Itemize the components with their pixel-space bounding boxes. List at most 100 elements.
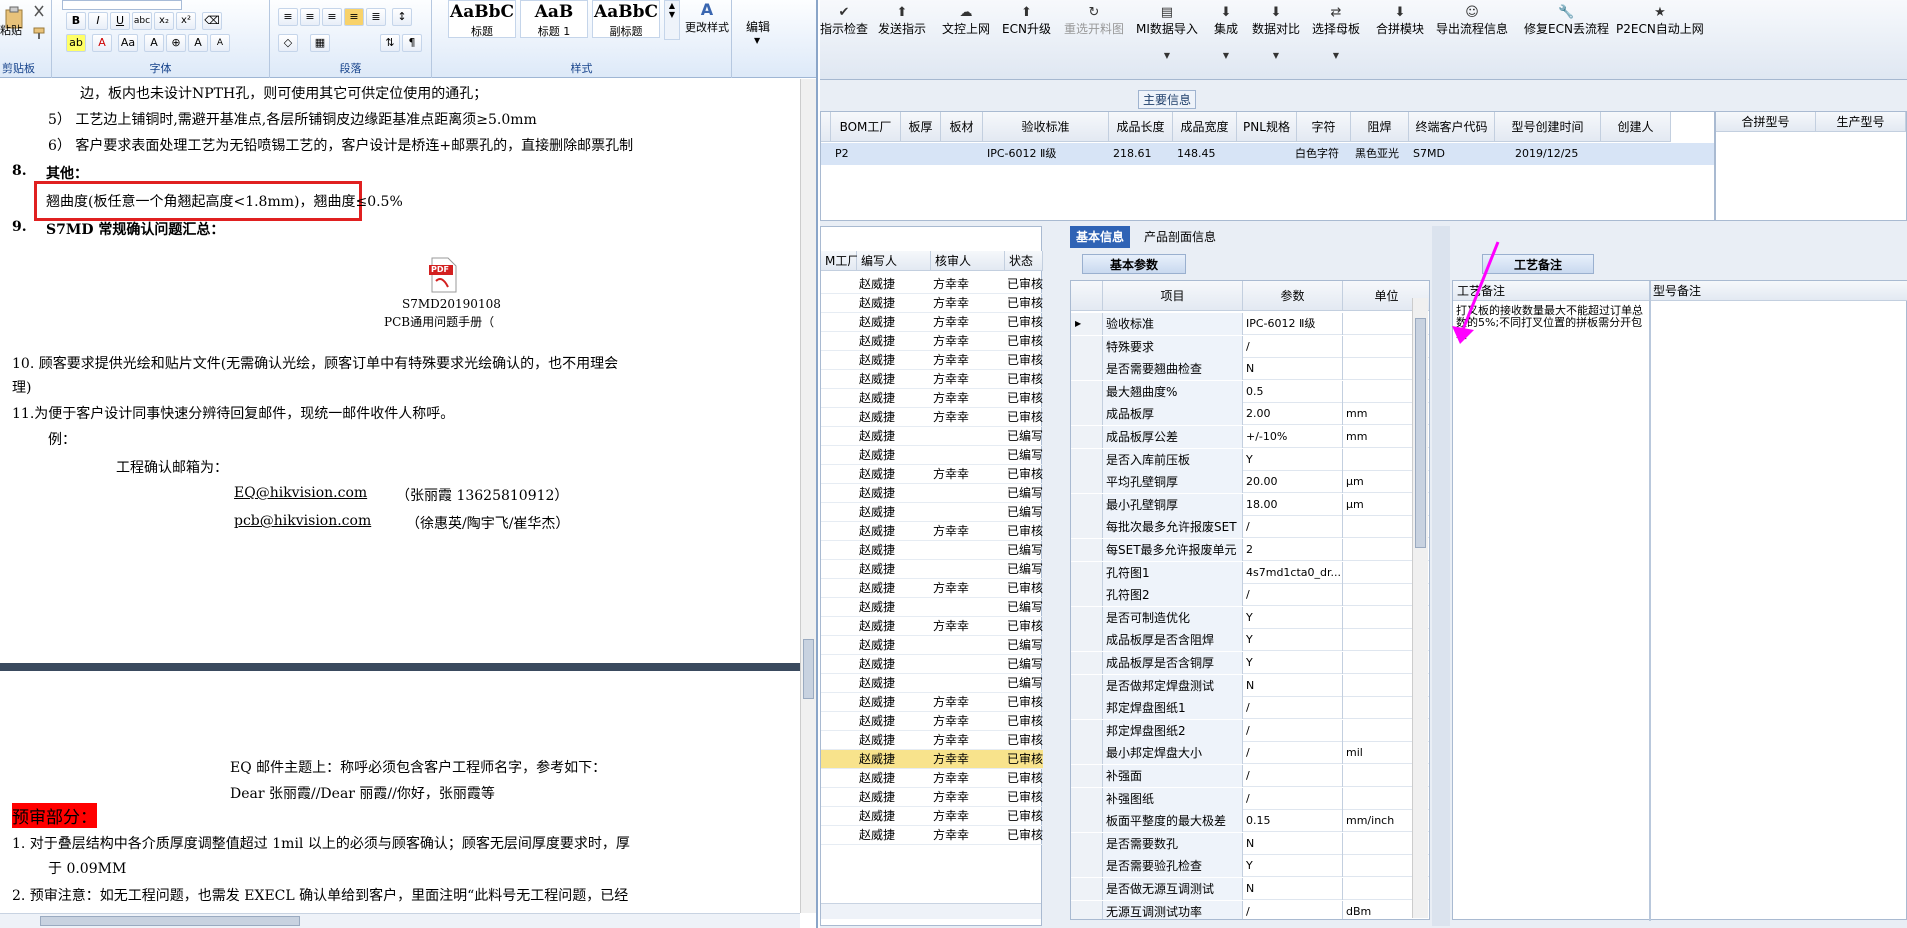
param-row[interactable]: 成品板厚公差 +/-10% mm	[1071, 426, 1429, 448]
subtab-basic-params[interactable]: 基本参数	[1082, 254, 1186, 274]
list-item[interactable]: 赵威捷 已编写	[821, 484, 1043, 503]
tb-integrate-button[interactable]: ⬇ 集成 ▼	[1214, 6, 1238, 61]
params-header[interactable]: 参数	[1243, 281, 1343, 311]
list-item[interactable]: 赵威捷 方幸幸 已审核	[821, 332, 1043, 351]
list-item[interactable]: 赵威捷 方幸幸 已审核	[821, 389, 1043, 408]
grid1-header[interactable]: 成品宽度	[1173, 112, 1237, 142]
tb-mi-import-button[interactable]: ▤ MI数据导入 ▼	[1136, 6, 1198, 61]
param-value[interactable]: Y	[1243, 629, 1343, 652]
param-row[interactable]: 最小邦定焊盘大小 / mil	[1071, 742, 1429, 765]
param-row[interactable]: 每SET最多允许报废单元 2	[1071, 539, 1429, 561]
border-button[interactable]: ▦	[310, 34, 330, 52]
format-painter-icon[interactable]	[32, 26, 46, 40]
bold-button[interactable]: B	[66, 12, 86, 30]
word-horizontal-scrollbar[interactable]	[0, 913, 800, 928]
list-header[interactable]: 核审人	[931, 251, 1005, 271]
subscript-button[interactable]: x₂	[154, 12, 174, 30]
shading-button[interactable]: ◇	[278, 34, 298, 52]
list-item[interactable]: 赵威捷 方幸幸 已审核	[821, 370, 1043, 389]
param-value[interactable]: 4s7md1cta0_dr...	[1243, 561, 1343, 584]
param-value[interactable]: N	[1243, 832, 1343, 855]
list-item[interactable]: 赵威捷 已编写	[821, 598, 1043, 617]
param-row[interactable]: 孔符图1 4s7md1cta0_dr...	[1071, 561, 1429, 584]
tab-profile-info[interactable]: 产品剖面信息	[1138, 226, 1222, 248]
styles-scroll[interactable]: ▲ ▼	[664, 0, 680, 40]
line-spacing-button[interactable]: ↕	[392, 8, 412, 26]
strikethrough-button[interactable]: abc	[132, 12, 152, 30]
param-row[interactable]: 是否可制造优化 Y	[1071, 606, 1429, 629]
distribute-button[interactable]: ≣	[366, 8, 386, 26]
param-value[interactable]: Y	[1243, 652, 1343, 674]
grid1-header[interactable]: 板材	[941, 112, 983, 142]
highlight-button[interactable]: ab	[66, 34, 86, 52]
notes-col-model[interactable]: 型号备注	[1649, 281, 1907, 301]
list-item[interactable]: 赵威捷 已编写	[821, 446, 1043, 465]
list-item[interactable]: 赵威捷 已编写	[821, 674, 1043, 693]
grow-font-button[interactable]: A	[188, 34, 208, 52]
param-row[interactable]: 是否入库前压板 Y	[1071, 448, 1429, 471]
param-value[interactable]: Y	[1243, 855, 1343, 878]
param-row[interactable]: 成品板厚是否含阻焊 Y	[1071, 629, 1429, 652]
document-page[interactable]: 边，板内也未设计NPTH孔，则可使用其它可供定位使用的通孔； 5） 工艺边上铺铜…	[0, 79, 800, 913]
grid1-header[interactable]: 字符	[1297, 112, 1351, 142]
param-row[interactable]: 补强图纸 /	[1071, 787, 1429, 810]
param-row[interactable]: 成品板厚 2.00 mm	[1071, 403, 1429, 426]
param-row[interactable]: 板面平整度的最大极差 0.15 mm/inch	[1071, 810, 1429, 833]
grid1-header[interactable]: PNL规格	[1237, 112, 1297, 142]
list-item[interactable]: 赵威捷 方幸幸 已审核	[821, 275, 1043, 294]
change-case-button[interactable]: Aa	[118, 34, 138, 52]
style-title[interactable]: AaBbC 标题	[448, 0, 516, 38]
param-value[interactable]: 2	[1243, 539, 1343, 561]
grid1-header[interactable]: 验收标准	[983, 112, 1109, 142]
list-item[interactable]: 赵威捷 方幸幸 已审核	[821, 579, 1043, 598]
tb-upload-button[interactable]: ☁ 文控上网	[942, 6, 990, 37]
param-value[interactable]: /	[1243, 900, 1343, 919]
param-value[interactable]: /	[1243, 719, 1343, 742]
param-row[interactable]: 是否需要验孔检查 Y	[1071, 855, 1429, 878]
grid2-header[interactable]: 合拼型号	[1716, 112, 1816, 132]
list-item[interactable]: 赵威捷 方幸幸 已审核	[821, 693, 1043, 712]
param-value[interactable]: /	[1243, 697, 1343, 720]
tb-export-flow-button[interactable]: ☺ 导出流程信息	[1436, 6, 1508, 37]
char-shading-button[interactable]: A	[144, 34, 164, 52]
list-item[interactable]: 赵威捷 已编写	[821, 655, 1043, 674]
list-item[interactable]: 赵威捷 方幸幸 已审核	[821, 617, 1043, 636]
param-value[interactable]: /	[1243, 742, 1343, 765]
doc-warp-line[interactable]: 翘曲度(板任意一个角翘起高度<1.8mm)，翘曲度≤0.5%	[46, 191, 403, 211]
param-row[interactable]: 每批次最多允许报废SET /	[1071, 516, 1429, 539]
tb-send-button[interactable]: ⬆ 发送指示	[878, 6, 926, 37]
list-item[interactable]: 赵威捷 方幸幸 已审核	[821, 750, 1043, 769]
list-item[interactable]: 赵威捷 方幸幸 已审核	[821, 769, 1043, 788]
list-header[interactable]: 编写人	[857, 251, 931, 271]
word-hscroll-thumb[interactable]	[40, 916, 300, 926]
cut-icon[interactable]	[32, 4, 46, 18]
tb-ecn-upgrade-button[interactable]: ⬆ ECN升级	[1002, 6, 1051, 37]
list-header[interactable]: M工厂	[821, 251, 859, 271]
param-row[interactable]: 特殊要求 /	[1071, 335, 1429, 358]
param-row[interactable]: 邦定焊盘图纸1/	[1071, 697, 1429, 720]
tb-fix-ecn-button[interactable]: 🔧 修复ECN丢流程	[1524, 6, 1609, 37]
list-header[interactable]: 状态	[1005, 251, 1043, 271]
list-item[interactable]: 赵威捷 方幸幸 已审核	[821, 313, 1043, 332]
tb-merge-button[interactable]: ⬇ 合拼模块	[1376, 6, 1424, 37]
list-item[interactable]: 赵威捷 方幸幸 已审核	[821, 408, 1043, 427]
align-left-button[interactable]: ≡	[278, 8, 298, 26]
list-item[interactable]: 赵威捷 方幸幸 已审核	[821, 731, 1043, 750]
align-center-button[interactable]: ≡	[300, 8, 320, 26]
params-header[interactable]: 项目	[1103, 281, 1243, 311]
param-row[interactable]: 是否做无源互调测试 N	[1071, 878, 1429, 900]
align-right-button[interactable]: ≡	[322, 8, 342, 26]
list-item[interactable]: 赵威捷 已编写	[821, 636, 1043, 655]
param-value[interactable]: 20.00	[1243, 471, 1343, 494]
shrink-font-button[interactable]: A	[210, 34, 230, 52]
param-row[interactable]: 是否做邦定焊盘测试 N	[1071, 674, 1429, 697]
param-value[interactable]: Y	[1243, 448, 1343, 471]
grid1-header[interactable]: 板厚	[901, 112, 941, 142]
tb-check-button[interactable]: ✔ 指示检查	[820, 6, 868, 37]
grid1-header[interactable]: 成品长度	[1109, 112, 1173, 142]
param-row[interactable]: 补强面 /	[1071, 765, 1429, 787]
font-name-field[interactable]	[62, 0, 182, 10]
list-item[interactable]: 赵威捷 方幸幸 已审核	[821, 807, 1043, 826]
grid1-header[interactable]: 创建人	[1601, 112, 1671, 142]
param-value[interactable]: N	[1243, 358, 1343, 381]
